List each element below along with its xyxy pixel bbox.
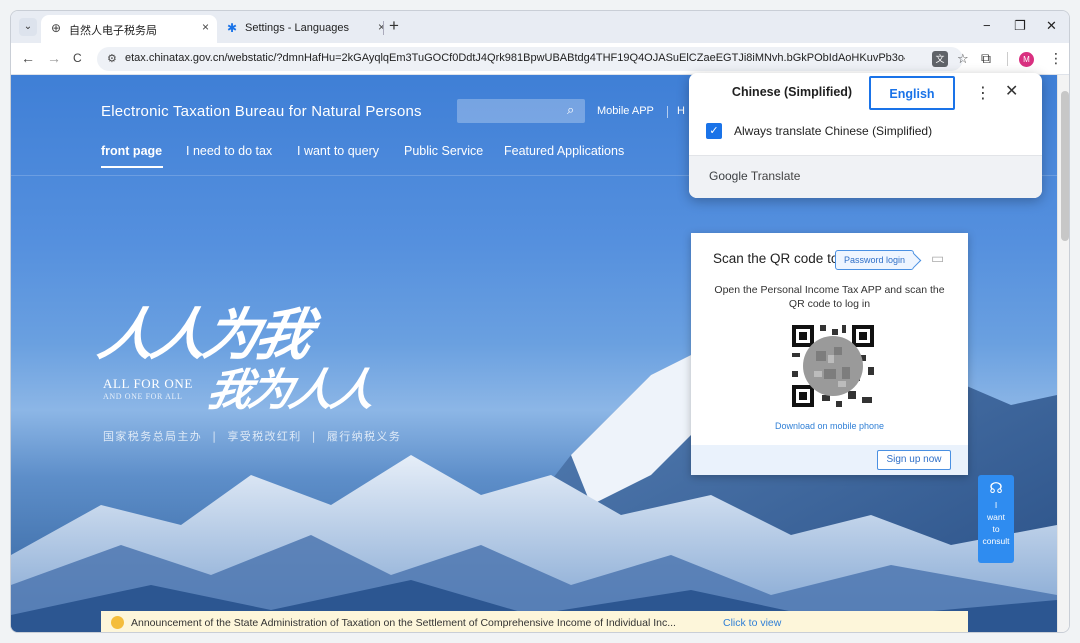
always-translate-label[interactable]: Always translate Chinese (Simplified) — [734, 124, 932, 138]
tagline-part: 国家税务总局主办 — [103, 430, 203, 443]
menu-public-service[interactable]: Public Service — [404, 144, 483, 158]
qr-login-card: Scan the QR code to log in Password logi… — [691, 233, 968, 475]
translate-popup-footer: Google Translate — [689, 155, 1042, 198]
site-title[interactable]: Electronic Taxation Bureau for Natural P… — [101, 103, 422, 120]
reload-button[interactable]: C — [73, 51, 82, 65]
restore-button[interactable]: ❐ — [1014, 18, 1026, 34]
announcement-view-link[interactable]: Click to view — [723, 617, 781, 629]
tagline-separator: | — [311, 430, 317, 443]
headset-icon: ☊ — [989, 480, 1003, 497]
toolbar-divider — [1007, 52, 1008, 66]
monitor-icon[interactable]: ▭ — [931, 251, 949, 265]
qr-code-image — [788, 321, 878, 411]
consult-label-line: I — [994, 500, 998, 510]
source-language-tab[interactable]: Chinese (Simplified) — [707, 76, 877, 110]
consult-label-line: want — [987, 512, 1005, 522]
always-translate-checkbox[interactable]: ✓ — [706, 123, 722, 139]
announcement-icon — [111, 616, 124, 629]
translate-icon[interactable]: 文 — [932, 51, 948, 67]
tab-divider — [383, 21, 384, 35]
announcement-bar: Announcement of the State Administration… — [101, 611, 968, 632]
browser-menu-icon[interactable]: ⋮ — [1049, 50, 1063, 67]
site-search-input[interactable] — [457, 99, 585, 123]
consult-button[interactable]: ☊ I want to consult — [978, 475, 1014, 563]
more-options-icon[interactable]: ⋮ — [975, 83, 991, 103]
active-menu-indicator — [101, 166, 163, 168]
page-scrollbar[interactable] — [1057, 75, 1069, 632]
translate-popup: Chinese (Simplified) English ⋮ ✕ ✓ Alway… — [689, 73, 1042, 198]
mobile-app-link[interactable]: Mobile APP — [597, 105, 654, 117]
extensions-icon[interactable]: ⧉ — [981, 50, 991, 67]
login-footer: Sign up now — [691, 445, 968, 475]
top-link-divider — [667, 106, 668, 118]
tab-title: 自然人电子税务局 — [69, 25, 157, 37]
forward-button[interactable]: → — [47, 50, 61, 66]
consult-label-line: to — [992, 524, 1000, 534]
menu-query[interactable]: I want to query — [297, 144, 379, 158]
announcement-text[interactable]: Announcement of the State Administration… — [131, 617, 711, 629]
search-icon[interactable]: ⌕ — [567, 102, 574, 118]
bookmark-star-icon[interactable]: ☆ — [957, 51, 969, 67]
back-button[interactable]: ← — [21, 50, 35, 66]
menu-featured-applications[interactable]: Featured Applications — [504, 144, 624, 158]
slogan-english-sub: AND ONE FOR ALL — [103, 392, 183, 401]
new-tab-button[interactable]: + — [389, 16, 399, 36]
google-word: Google — [709, 169, 748, 183]
hero-tagline: 国家税务总局主办 | 享受税改红利 | 履行纳税义务 — [103, 428, 401, 444]
globe-icon: ⊕ — [50, 21, 62, 35]
login-title: Scan the QR code to log in — [713, 251, 841, 266]
google-translate-brand: Google Translate — [709, 169, 800, 183]
slogan-english: ALL FOR ONE — [103, 376, 193, 391]
minimize-button[interactable]: − — [983, 18, 991, 33]
close-icon[interactable]: ✕ — [1005, 81, 1018, 101]
site-info-icon[interactable]: ⚙ — [107, 52, 117, 65]
tab-etax[interactable]: ⊕ 自然人电子税务局 × — [41, 15, 217, 43]
address-bar[interactable]: ⚙ etax.chinatax.gov.cn/webstatic/?dmnHaf… — [97, 47, 969, 71]
translate-word: Translate — [747, 169, 801, 183]
gear-icon: ✱ — [226, 21, 238, 35]
menu-front-page[interactable]: front page — [101, 144, 162, 158]
password-login-button[interactable]: Password login — [835, 250, 915, 270]
tab-bar: ⌄ ⊕ 自然人电子税务局 × ✱ Settings - Languages × … — [11, 11, 1069, 43]
tab-close-icon[interactable]: × — [202, 20, 209, 34]
profile-avatar[interactable]: M — [1019, 52, 1034, 67]
url-text[interactable]: etax.chinatax.gov.cn/webstatic/?dmnHafHu… — [125, 52, 905, 64]
login-description: Open the Personal Income Tax APP and sca… — [714, 284, 945, 310]
tagline-separator: | — [212, 430, 218, 443]
scrollbar-thumb[interactable] — [1061, 91, 1069, 241]
browser-window: ⌄ ⊕ 自然人电子税务局 × ✱ Settings - Languages × … — [10, 10, 1070, 633]
tab-title: Settings - Languages — [245, 22, 349, 34]
calligraphy-line-2: 我为人人 — [202, 365, 378, 416]
tagline-part: 享受税改红利 — [227, 430, 302, 443]
menu-do-tax[interactable]: I need to do tax — [186, 144, 272, 158]
help-link[interactable]: H — [677, 105, 685, 117]
consult-label-line: consult — [982, 536, 1010, 546]
tagline-part: 履行纳税义务 — [326, 430, 402, 443]
target-language-tab[interactable]: English — [869, 76, 955, 110]
download-mobile-link[interactable]: Download on mobile phone — [691, 421, 968, 431]
close-window-button[interactable]: ✕ — [1046, 18, 1057, 34]
sign-up-button[interactable]: Sign up now — [877, 450, 951, 470]
tab-search-chevron-icon[interactable]: ⌄ — [19, 18, 37, 36]
browser-toolbar: ← → C ⚙ etax.chinatax.gov.cn/webstatic/?… — [11, 43, 1069, 75]
tab-settings-languages[interactable]: ✱ Settings - Languages × — [217, 15, 393, 43]
